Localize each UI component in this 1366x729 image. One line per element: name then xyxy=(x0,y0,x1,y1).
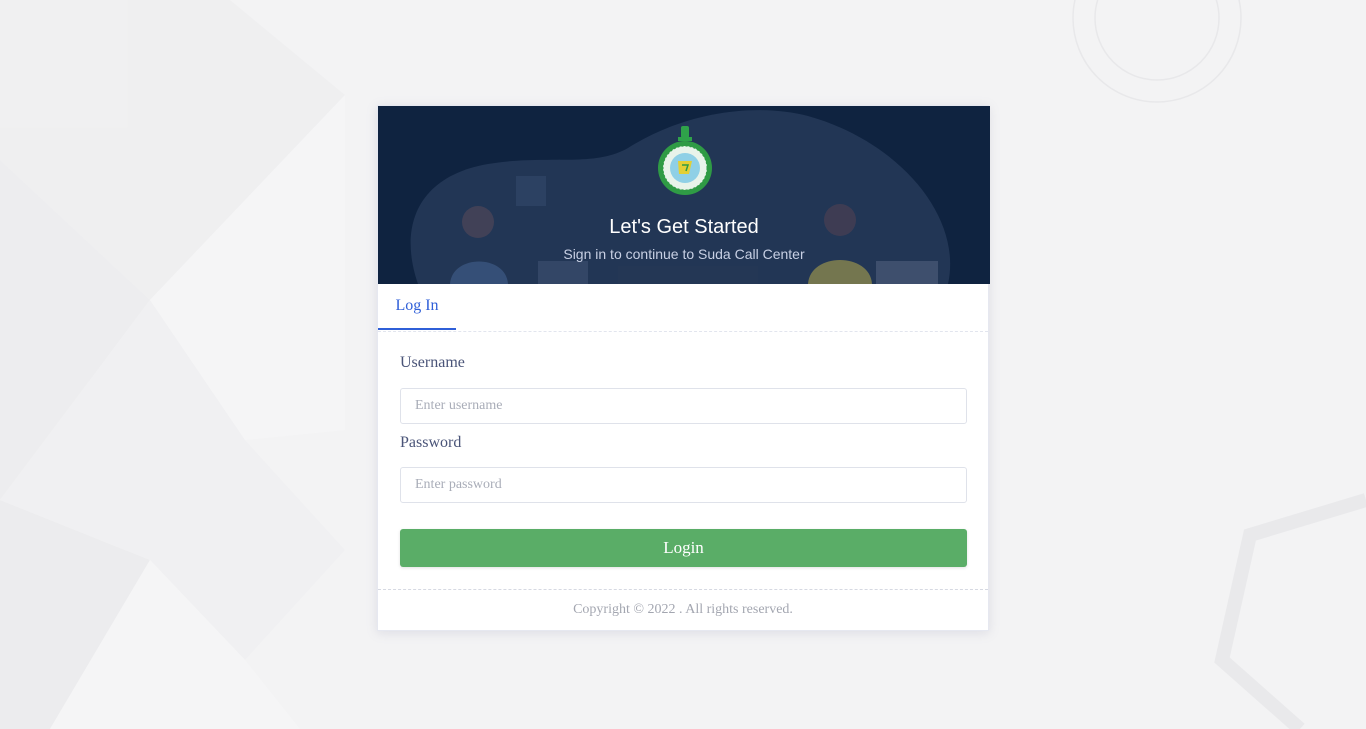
username-input[interactable] xyxy=(400,388,967,424)
password-label: Password xyxy=(400,434,462,451)
tab-bar: Log In xyxy=(378,284,988,332)
password-input[interactable] xyxy=(400,467,967,503)
login-card: Let's Get Started Sign in to continue to… xyxy=(377,105,990,631)
username-label: Username xyxy=(400,354,465,371)
tab-log-in[interactable]: Log In xyxy=(378,284,456,330)
page-subtitle: Sign in to continue to Suda Call Center xyxy=(563,246,805,262)
login-button[interactable]: Login xyxy=(400,529,967,567)
page-title: Let's Get Started xyxy=(609,216,759,238)
copyright-footer: Copyright © 2022 . All rights reserved. xyxy=(378,589,988,631)
government-emblem-icon xyxy=(658,126,712,195)
login-header-banner: Let's Get Started Sign in to continue to… xyxy=(378,106,990,284)
